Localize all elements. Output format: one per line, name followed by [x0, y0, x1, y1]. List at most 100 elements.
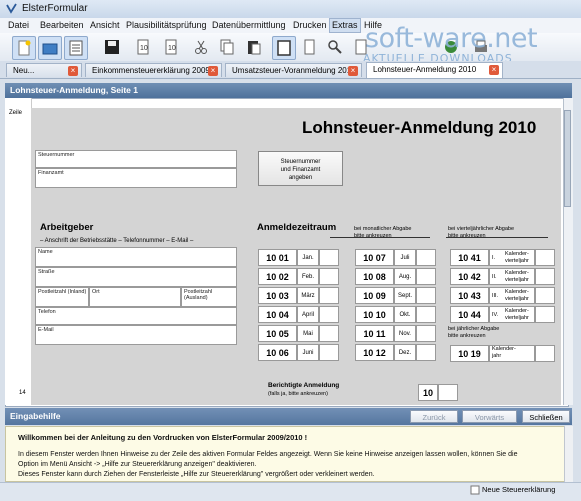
form-scrollbar-thumb[interactable]	[564, 110, 571, 207]
open-button[interactable]	[38, 36, 62, 60]
steuernummer-field[interactable]: Steuernummer	[35, 150, 237, 168]
close-icon[interactable]: ×	[489, 65, 499, 75]
arbeitgeber-heading: Arbeitgeber	[40, 222, 94, 233]
save-button[interactable]	[101, 36, 123, 58]
month-checkbox[interactable]	[319, 249, 339, 266]
berichtigte-checkbox[interactable]	[438, 384, 458, 401]
plz-ausland-field[interactable]: Postleitzahl (Ausland)	[181, 287, 237, 307]
finanzamt-field[interactable]: Finanzamt	[35, 168, 237, 188]
month-code: 10 12	[355, 344, 394, 361]
tab-einkommensteuer[interactable]: Einkommensteuererklärung 2009 ×	[85, 63, 222, 77]
paste-button[interactable]	[243, 36, 265, 58]
export-button[interactable]: 10	[160, 36, 182, 58]
tab-lohnsteuer[interactable]: Lohnsteuer-Anmeldung 2010 ×	[366, 62, 503, 78]
line-number-column: Zeile 14	[5, 98, 32, 405]
quarter-label: I. Kalender- vierteljahr	[489, 249, 535, 266]
quarter-checkbox[interactable]	[535, 287, 555, 304]
new-declaration-link[interactable]: Neue Steuererklärung	[482, 485, 555, 494]
close-icon[interactable]: ×	[208, 66, 218, 76]
cut-button[interactable]	[190, 36, 212, 58]
form-view-icon	[277, 40, 291, 56]
menu-datenuebermittlung[interactable]: Datenübermittlung	[212, 20, 286, 30]
ort-label: Ort	[92, 289, 100, 295]
new-document-icon	[18, 40, 31, 56]
scissors-icon	[195, 40, 207, 54]
copy-button[interactable]	[216, 36, 238, 58]
finanzamt-label: Finanzamt	[38, 170, 64, 176]
app-icon	[6, 3, 17, 14]
menu-drucken[interactable]: Drucken	[293, 20, 327, 30]
monthly-bracket	[330, 237, 430, 238]
form-list-button[interactable]	[64, 36, 88, 60]
month-checkbox[interactable]	[416, 268, 436, 285]
month-code: 10 04	[258, 306, 297, 323]
import-button[interactable]: 10	[132, 36, 154, 58]
plz-inland-field[interactable]: Postleitzahl (Inland)	[35, 287, 89, 307]
quarter-text: Kalender- vierteljahr	[505, 251, 529, 264]
quarter-checkbox[interactable]	[535, 306, 555, 323]
jahr-checkbox[interactable]	[535, 345, 555, 362]
quarter-code: 10 44	[450, 306, 489, 323]
anschrift-hint: – Anschrift der Betriebsstätte – Telefon…	[40, 238, 194, 244]
month-checkbox[interactable]	[416, 306, 436, 323]
quarter-numeral: II.	[492, 274, 497, 280]
menu-ansicht[interactable]: Ansicht	[90, 20, 120, 30]
plz-inland-label: Postleitzahl (Inland)	[38, 289, 87, 295]
month-checkbox[interactable]	[416, 325, 436, 342]
help-heading: Willkommen bei der Anleitung zu den Vord…	[18, 433, 308, 442]
month-label: Juni	[297, 344, 319, 361]
quarter-label: II. Kalender- vierteljahr	[489, 268, 535, 285]
quarter-checkbox[interactable]	[535, 249, 555, 266]
quarter-code: 10 43	[450, 287, 489, 304]
month-checkbox[interactable]	[416, 249, 436, 266]
form-page-header: Lohnsteuer-Anmeldung, Seite 1	[5, 83, 572, 98]
berichtigte-code: 10	[418, 384, 438, 401]
month-checkbox[interactable]	[416, 287, 436, 304]
month-label: März	[297, 287, 319, 304]
close-icon[interactable]: ×	[348, 66, 358, 76]
telefon-field[interactable]: Telefon	[35, 307, 237, 325]
tab-neu[interactable]: Neu... ×	[6, 63, 82, 77]
month-checkbox[interactable]	[319, 287, 339, 304]
help-line-3: Dieses Fenster kann durch Ziehen der Fen…	[18, 471, 375, 478]
watermark-logo: soft-ware.net	[365, 23, 538, 54]
close-help-button[interactable]: Schließen	[522, 410, 570, 423]
month-checkbox[interactable]	[319, 325, 339, 342]
name-field[interactable]: Name	[35, 247, 237, 267]
folder-open-icon	[42, 43, 58, 55]
menu-plausibilitaetspruefung[interactable]: Plausibilitätsprüfung	[126, 20, 207, 30]
help-scrollbar[interactable]	[564, 426, 573, 482]
menu-datei[interactable]: Datei	[8, 20, 29, 30]
back-button[interactable]: Zurück	[410, 410, 458, 423]
menu-bearbeiten[interactable]: Bearbeiten	[40, 20, 84, 30]
quarter-checkbox[interactable]	[535, 268, 555, 285]
month-checkbox[interactable]	[319, 306, 339, 323]
close-icon[interactable]: ×	[68, 66, 78, 76]
search-button[interactable]	[324, 36, 346, 58]
quarter-numeral: IV.	[492, 312, 499, 318]
menu-extras[interactable]: Extras	[329, 18, 361, 33]
quarter-text: Kalender- vierteljahr	[505, 270, 529, 283]
email-field[interactable]: E-Mail	[35, 325, 237, 345]
paste-icon	[248, 41, 261, 55]
tab-umsatzsteuer[interactable]: Umsatzsteuer-Voranmeldung 2010 ×	[225, 63, 362, 77]
month-checkbox[interactable]	[319, 268, 339, 285]
month-label: Juli	[394, 249, 416, 266]
tab-label: Umsatzsteuer-Voranmeldung 2010	[232, 66, 356, 75]
month-code: 10 01	[258, 249, 297, 266]
window-title: ElsterFormular	[22, 3, 88, 14]
steuernummer-angeben-button[interactable]: Steuernummer und Finanzamt angeben	[258, 151, 343, 186]
strasse-field[interactable]: Straße	[35, 267, 237, 287]
month-code: 10 05	[258, 325, 297, 342]
form-list-icon	[69, 40, 83, 56]
view-form-button[interactable]	[272, 36, 296, 60]
month-checkbox[interactable]	[319, 344, 339, 361]
new-document-button[interactable]	[12, 36, 36, 60]
month-label: Jan.	[297, 249, 319, 266]
month-checkbox[interactable]	[416, 344, 436, 361]
help-line-2: Option im Menü Ansicht -> „Hilfe zur Ste…	[18, 461, 257, 468]
view-page-button[interactable]	[298, 36, 320, 58]
forward-button[interactable]: Vorwärts	[462, 410, 517, 423]
ort-field[interactable]: Ort	[89, 287, 181, 307]
jahr-label: Kalender- jahr	[489, 345, 535, 362]
